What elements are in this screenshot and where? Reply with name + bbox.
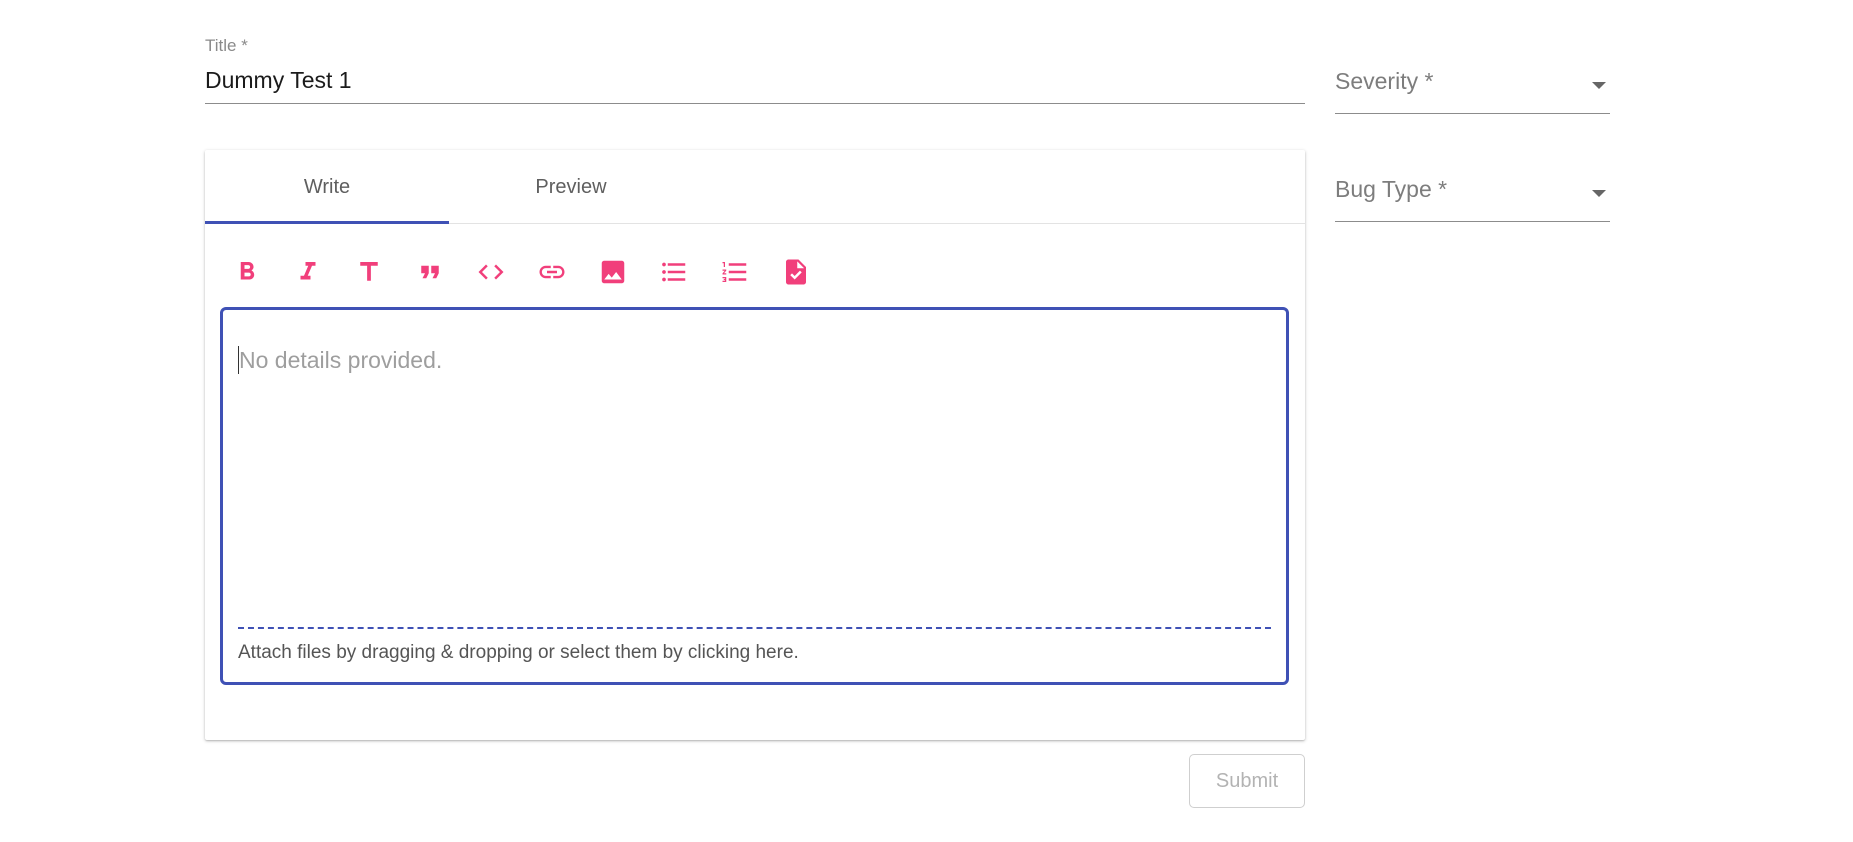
quote-icon: [421, 265, 439, 279]
numbered-list-icon: [722, 262, 747, 282]
dropzone-divider: [238, 627, 1271, 629]
link-icon: [539, 265, 565, 279]
heading-button[interactable]: [347, 250, 391, 294]
bold-button[interactable]: [225, 250, 269, 294]
code-button[interactable]: [469, 250, 513, 294]
numbered-list-button[interactable]: [713, 250, 757, 294]
bug-report-form: Title * Severity * Bug Type * Write Prev…: [0, 0, 1853, 842]
bug-type-label: Bug Type *: [1335, 176, 1448, 202]
bulleted-list-button[interactable]: [652, 250, 696, 294]
chevron-down-icon: [1592, 82, 1606, 89]
title-label: Title *: [205, 36, 248, 55]
link-button[interactable]: [530, 250, 574, 294]
quote-button[interactable]: [408, 250, 452, 294]
tab-write[interactable]: Write: [205, 150, 449, 224]
attach-files-dropzone[interactable]: Attach files by dragging & dropping or s…: [238, 642, 799, 664]
active-tab-indicator: [205, 221, 449, 224]
italic-button[interactable]: [286, 250, 330, 294]
checklist-icon: [786, 259, 806, 285]
editor-tabs: Write Preview: [205, 150, 1305, 224]
description-placeholder: No details provided.: [239, 347, 443, 373]
markdown-editor-card: Write Preview No details provided. Attac…: [205, 150, 1305, 740]
formatting-toolbar: [225, 250, 818, 294]
title-input[interactable]: [205, 64, 1305, 104]
submit-button[interactable]: Submit: [1189, 754, 1305, 808]
title-field: Title *: [205, 36, 1305, 104]
tab-preview[interactable]: Preview: [449, 150, 693, 224]
image-button[interactable]: [591, 250, 635, 294]
description-editor[interactable]: No details provided. Attach files by dra…: [220, 307, 1289, 685]
bug-type-select[interactable]: Bug Type *: [1335, 164, 1610, 222]
image-icon: [601, 260, 625, 284]
code-icon: [478, 264, 504, 280]
heading-icon: [360, 262, 378, 281]
chevron-down-icon: [1592, 190, 1606, 197]
checklist-button[interactable]: [774, 250, 818, 294]
bold-icon: [240, 262, 255, 280]
severity-select[interactable]: Severity *: [1335, 56, 1610, 114]
bulleted-list-icon: [662, 262, 686, 282]
severity-label: Severity *: [1335, 68, 1434, 94]
italic-icon: [300, 262, 316, 280]
